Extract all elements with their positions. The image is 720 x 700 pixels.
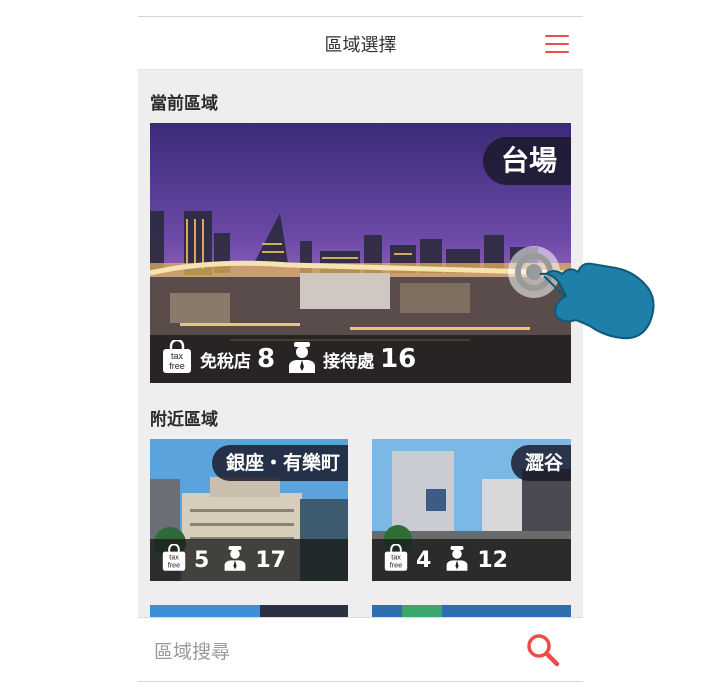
area-search-input[interactable] — [152, 634, 496, 670]
reception-count: 12 — [477, 547, 508, 573]
reception-count: 16 — [380, 344, 417, 374]
area-name-tag: 澀谷 — [510, 445, 571, 481]
area-stats-bar: tax free 5 17 — [150, 539, 348, 581]
reception-staff-icon — [223, 544, 247, 576]
svg-text:free: free — [169, 361, 185, 371]
svg-text:free: free — [390, 561, 402, 570]
tax-free-count: 8 — [257, 344, 276, 374]
nearby-area-card[interactable]: 銀座・有樂町 tax free 5 17 — [150, 439, 348, 581]
search-icon — [527, 634, 560, 667]
svg-text:free: free — [168, 561, 180, 570]
header: 區域選擇 — [138, 17, 583, 70]
tax-free-icon: tax free — [162, 543, 186, 576]
nearby-area-heading: 附近區域 — [150, 410, 218, 430]
menu-button[interactable] — [545, 35, 569, 53]
tax-free-icon: tax free — [162, 338, 192, 378]
area-stats-bar: tax free 4 12 — [372, 539, 571, 581]
area-name-tag: 台場 — [482, 137, 571, 185]
reception-staff-icon — [445, 544, 469, 576]
tax-free-count: 5 — [194, 547, 210, 573]
svg-text:tax: tax — [171, 351, 184, 361]
area-name-tag: 銀座・有樂町 — [211, 445, 348, 481]
nearby-area-card[interactable]: 澀谷 tax free 4 12 — [372, 439, 571, 581]
area-search-bar — [138, 617, 583, 683]
tax-free-icon: tax free — [384, 543, 408, 576]
page-title: 區域選擇 — [324, 35, 397, 56]
reception-count: 17 — [255, 547, 286, 573]
hamburger-menu-icon — [545, 35, 569, 37]
tax-free-label: 免稅店 — [200, 351, 251, 372]
divider — [138, 681, 583, 682]
tap-gesture-hand-icon — [508, 246, 655, 340]
current-area-heading: 當前區域 — [150, 94, 218, 114]
tax-free-count: 4 — [416, 547, 432, 573]
reception-staff-icon — [287, 340, 317, 378]
reception-label: 接待處 — [323, 351, 375, 372]
search-button[interactable] — [525, 632, 561, 668]
